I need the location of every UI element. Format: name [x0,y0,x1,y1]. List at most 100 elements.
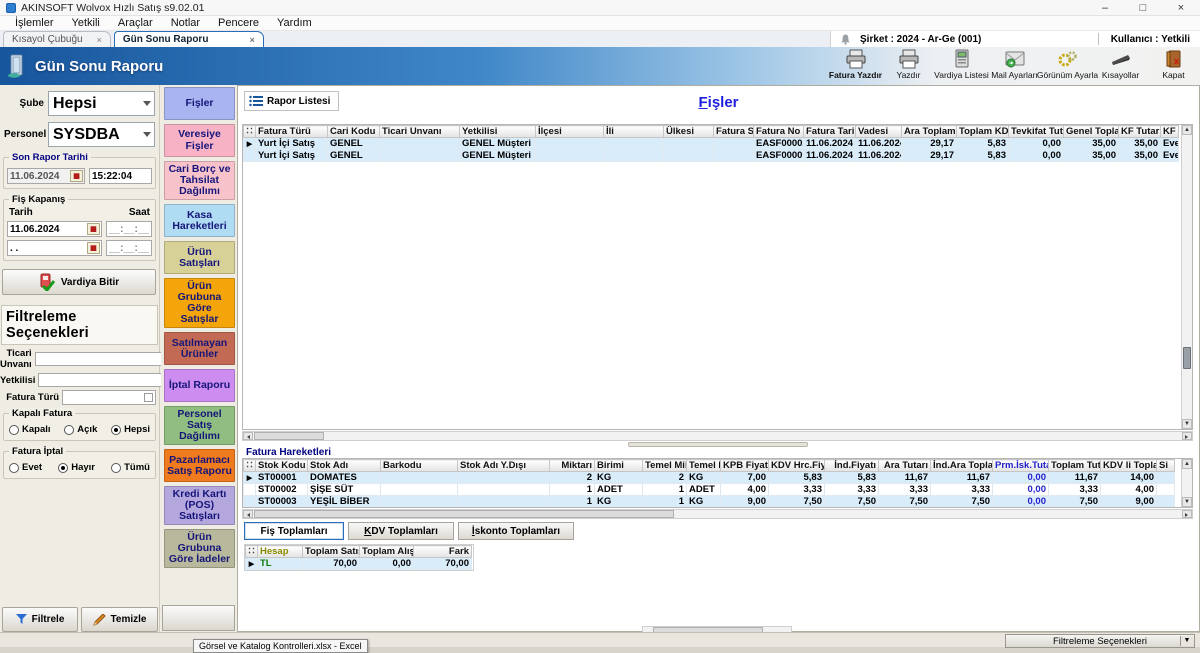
ticari-unvani-input[interactable] [35,352,173,366]
close-button[interactable]: × [1162,2,1200,14]
scroll-left-icon[interactable] [243,432,253,440]
checkbox-icon[interactable] [144,393,153,402]
column-header[interactable]: Temel Mik. [643,460,687,472]
tab-fis-toplamlari[interactable]: Fiş Toplamları [244,522,344,540]
fis-kapanis-date1-field[interactable]: 11.06.2024 ▦ [7,221,102,237]
invoices-horizontal-scrollbar[interactable] [242,431,1193,441]
column-header[interactable]: Birimi [595,460,643,472]
menu-pencere[interactable]: Pencere [209,17,268,29]
tab-close-icon[interactable]: × [250,35,255,45]
calendar-icon[interactable]: ▦ [70,170,83,182]
scroll-right-icon[interactable] [1182,432,1192,440]
calendar-icon[interactable]: ▦ [87,242,100,254]
column-header[interactable]: Miktarı [550,460,595,472]
fis-kapanis-time2-field[interactable]: __:__:__ [106,240,152,256]
report-button[interactable]: Cari Borç ve Tahsilat Dağılımı [164,161,235,200]
tab-close-icon[interactable]: × [97,35,102,45]
radio-hepsi[interactable]: Hepsi [111,424,150,435]
report-button[interactable]: Personel Satış Dağılımı [164,406,235,445]
column-header[interactable]: KF Tutarı [1119,126,1161,138]
vardiya-listesi-button[interactable]: Vardiya Listesi [935,49,988,80]
empty-panel-button[interactable] [162,605,235,631]
column-header[interactable]: KPB Fiyatı [721,460,769,472]
column-header[interactable]: Stok Adı Y.Dışı [458,460,550,472]
report-button[interactable]: Pazarlamacı Satış Raporu [164,449,235,482]
column-header[interactable]: Vadesi [856,126,902,138]
radio-icon[interactable] [111,425,121,435]
column-header[interactable]: Stok Adı [308,460,381,472]
splitter-handle[interactable] [242,441,1193,447]
radio-kapali[interactable]: Kapalı [9,424,51,435]
column-header[interactable]: KF D [1161,126,1179,138]
invoices-vertical-scrollbar[interactable]: ▲ ▼ [1181,125,1192,429]
table-row[interactable]: ▶Yurt İçi SatışGENELGENEL MüşteriEASF000… [244,138,1179,150]
report-button[interactable]: Kasa Hareketleri [164,204,235,237]
column-header[interactable]: Barkodu [381,460,458,472]
scrollbar-thumb[interactable] [254,510,674,518]
table-row[interactable]: ST00002ŞİŞE SÜT1ADET1ADET4,003,333,333,3… [244,484,1175,496]
maximize-button[interactable]: □ [1124,2,1162,14]
report-button[interactable]: Kredi Kartı (POS) Satışları [164,486,235,525]
radio-acik[interactable]: Açık [64,424,97,435]
filter-options-toggle-button[interactable]: Filtreleme Seçenekleri ▼ [1005,634,1195,648]
tab-kdv-toplamlari[interactable]: KDV Toplamları [348,522,454,540]
column-header[interactable]: Fatura Seri [714,126,754,138]
column-header[interactable]: KDV Hrc.Fiyat [769,460,825,472]
column-header[interactable]: Temel Brm. [687,460,721,472]
column-header[interactable]: Prm.İsk.Tutarı [993,460,1049,472]
menu-notlar[interactable]: Notlar [162,17,209,29]
scroll-left-icon[interactable] [243,510,253,518]
column-header[interactable]: Tevkifat Tutarı [1009,126,1064,138]
fis-kapanis-date2-field[interactable]: . . ▦ [7,240,102,256]
scrollbar-thumb[interactable] [254,432,324,440]
radio-icon[interactable] [64,425,74,435]
minimize-button[interactable]: – [1086,2,1124,14]
report-button[interactable]: Ürün Grubuna Göre İadeler [164,529,235,568]
menu-araclar[interactable]: Araçlar [109,17,162,29]
scrollbar-thumb[interactable] [1183,347,1191,369]
column-header[interactable]: Stok Kodu [256,460,308,472]
column-header[interactable]: Yetkilisi [460,126,536,138]
column-header[interactable]: İnd.Ara Toplam [931,460,993,472]
sube-select[interactable]: Hepsi [48,91,155,116]
radio-evet[interactable]: Evet [9,462,42,473]
column-header[interactable]: İnd.Fiyatı [825,460,879,472]
scroll-up-icon[interactable]: ▲ [1182,459,1192,469]
column-header[interactable]: Cari Kodu [328,126,380,138]
column-header[interactable]: Hesap [258,546,303,558]
tab-kisayol-cubugu[interactable]: Kısayol Çubuğu × [3,31,111,47]
column-header[interactable]: Genel Toplam [1064,126,1119,138]
movements-vertical-scrollbar[interactable]: ▲ ▼ [1181,459,1192,507]
radio-icon[interactable] [9,425,19,435]
scroll-up-icon[interactable]: ▲ [1182,125,1192,135]
kapat-button[interactable]: x Kapat [1147,49,1200,80]
column-header[interactable]: Ülkesi [664,126,714,138]
radio-icon[interactable] [111,463,121,473]
personel-select[interactable]: SYSDBA [48,122,155,147]
column-header[interactable]: Fatura Tarihi [804,126,856,138]
column-header[interactable]: İli [604,126,664,138]
column-header[interactable]: Ticari Unvanı [380,126,460,138]
radio-hayir[interactable]: Hayır [58,462,95,473]
mail-ayarlari-button[interactable]: Mail Ayarları [988,49,1041,80]
column-header[interactable]: Toplam Tutar [1049,460,1101,472]
column-header[interactable]: İlçesi [536,126,604,138]
yazdir-button[interactable]: Yazdır [882,49,935,80]
table-row[interactable]: Yurt İçi SatışGENELGENEL MüşteriEASF0000… [244,150,1179,162]
column-header[interactable]: Ara Tutarı [879,460,931,472]
report-button[interactable]: Veresiye Fişler [164,124,235,157]
yetkilisi-input[interactable] [38,373,176,387]
scroll-down-icon[interactable]: ▼ [1182,497,1192,507]
report-button[interactable]: Ürün Satışları [164,241,235,274]
report-button[interactable]: İptal Raporu [164,369,235,402]
calendar-icon[interactable]: ▦ [87,223,100,235]
menu-yetkili[interactable]: Yetkili [63,17,109,29]
radio-tumu[interactable]: Tümü [111,462,150,473]
column-header[interactable]: KDV li Toplam [1101,460,1157,472]
fis-kapanis-time1-field[interactable]: __:__:__ [106,221,152,237]
report-button[interactable]: Ürün Grubuna Göre Satışlar [164,278,235,328]
table-row[interactable]: ST00003YEŞİL BİBER1KG1KG9,007,507,507,50… [244,496,1175,508]
column-header[interactable]: Fatura No [754,126,804,138]
filtrele-button[interactable]: Filtrele [2,607,78,632]
gorunum-ayarla-button[interactable]: Görünüm Ayarla [1041,49,1094,80]
